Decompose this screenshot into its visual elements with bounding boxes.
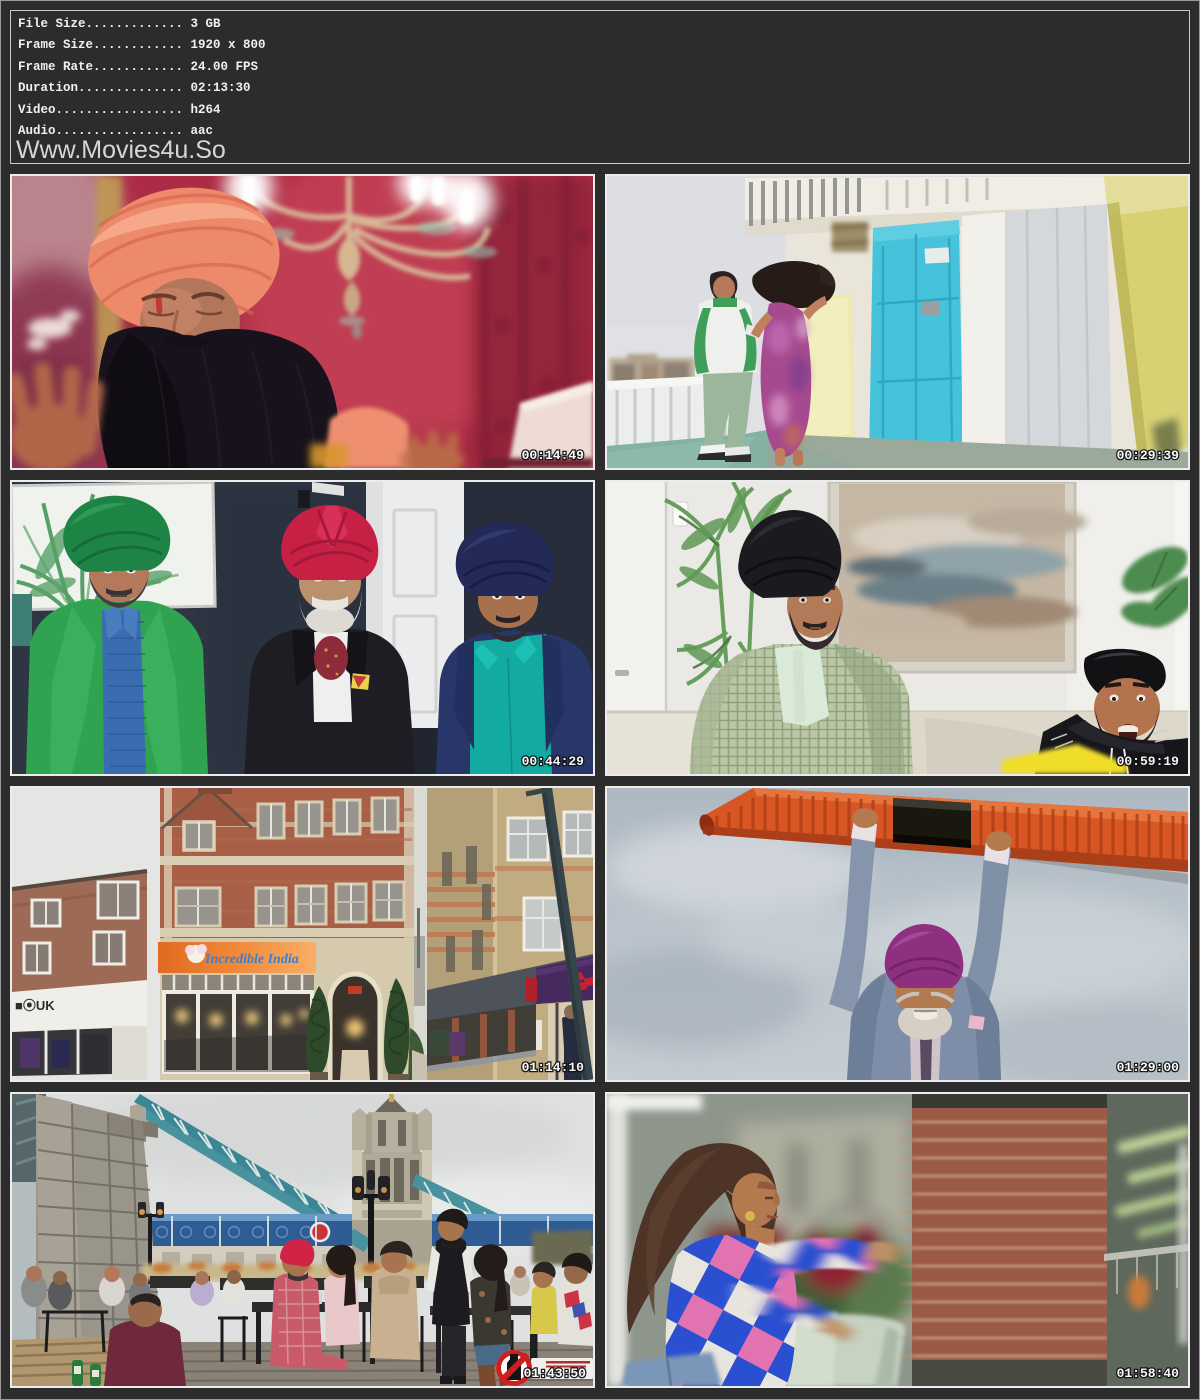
svg-text:01:14:10: 01:14:10: [522, 1060, 585, 1075]
svg-text:Incredible India: Incredible India: [204, 952, 299, 967]
svg-text:00:59:19: 00:59:19: [1117, 754, 1180, 769]
svg-text:00:14:49: 00:14:49: [522, 448, 585, 463]
svg-text:01:29:00: 01:29:00: [1117, 1060, 1180, 1075]
svg-text:01:43:50: 01:43:50: [524, 1366, 587, 1381]
svg-text:00:29:39: 00:29:39: [1117, 448, 1180, 463]
svg-text:00:44:29: 00:44:29: [522, 754, 585, 769]
svg-text:■⦿UK: ■⦿UK: [15, 998, 55, 1013]
svg-text:01:58:40: 01:58:40: [1117, 1366, 1180, 1381]
